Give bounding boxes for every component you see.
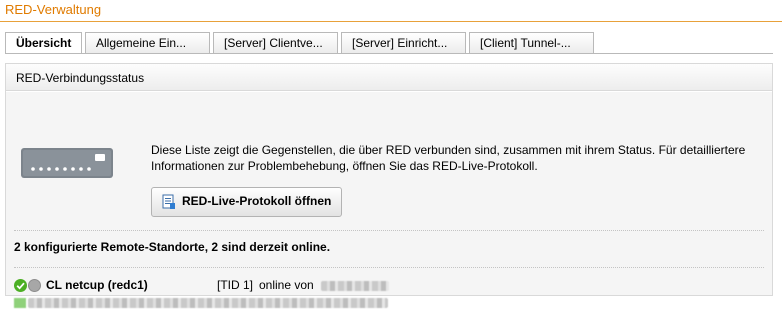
tab-overview[interactable]: Übersicht <box>5 32 82 54</box>
status-description: Diese Liste zeigt die Gegenstellen, die … <box>151 143 746 173</box>
open-red-live-log-label: RED-Live-Protokoll öffnen <box>182 194 332 208</box>
red-device-icon <box>21 148 113 178</box>
site-tid: [TID 1] <box>217 278 254 292</box>
panel-title: RED-Verbindungsstatus <box>6 64 772 91</box>
open-red-live-log-button[interactable]: RED-Live-Protokoll öffnen <box>151 187 343 217</box>
tab-bar: Übersicht Allgemeine Ein... [Server] Cli… <box>5 32 597 54</box>
status-online-icon <box>14 279 27 292</box>
page-title: RED-Verwaltung <box>0 0 782 22</box>
tab-server-setup[interactable]: [Server] Einricht... <box>341 32 466 53</box>
log-document-icon <box>162 194 175 209</box>
redacted-ip <box>321 281 389 291</box>
redacted-status-dot <box>14 298 26 308</box>
site-details <box>14 297 394 309</box>
redacted-details <box>28 298 388 308</box>
red-status-panel: RED-Verbindungsstatus Diese Liste zeigt … <box>5 63 773 308</box>
site-status: online von <box>259 278 314 292</box>
tab-server-client[interactable]: [Server] Clientve... <box>213 32 338 53</box>
divider <box>14 230 764 231</box>
tab-client-tunnel[interactable]: [Client] Tunnel-... <box>469 32 594 53</box>
tab-divider <box>5 53 773 54</box>
panel-body: Diese Liste zeigt die Gegenstellen, die … <box>6 92 772 308</box>
tab-general-settings[interactable]: Allgemeine Ein... <box>85 32 210 53</box>
divider <box>14 267 764 268</box>
summary-text: 2 konfigurierte Remote-Standorte, 2 sind… <box>14 240 331 254</box>
site-row[interactable]: CL netcup (redc1) [TID 1] online von <box>14 278 754 294</box>
status-gray-icon <box>28 279 41 292</box>
site-name: CL netcup (redc1) <box>46 278 148 292</box>
